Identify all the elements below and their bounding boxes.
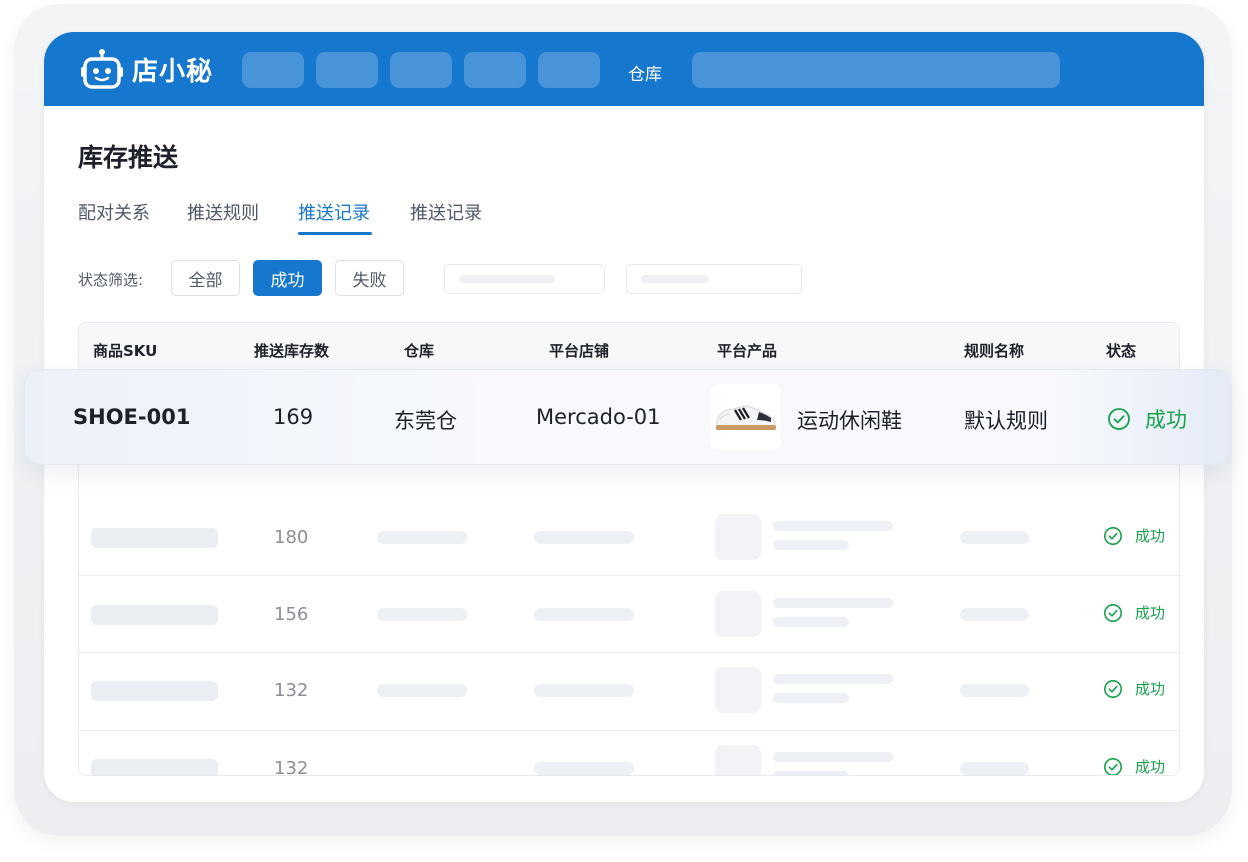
status-badge: 成功 [1103, 602, 1165, 623]
status-text: 成功 [1145, 408, 1187, 432]
status-text: 成功 [1135, 527, 1166, 545]
logo[interactable]: 店小秘 [80, 44, 213, 94]
status-text: 成功 [1135, 758, 1166, 776]
stock-count: 180 [274, 527, 309, 548]
sku-placeholder [91, 528, 218, 548]
filter-input-2[interactable] [626, 264, 802, 294]
highlighted-table-row[interactable]: SHOE-001 169 东莞仓 Mercado-01 运动休闲鞋 默认规则 成… [24, 369, 1231, 465]
check-circle-icon [1104, 757, 1122, 775]
tab-push-rules[interactable]: 推送规则 [187, 199, 259, 225]
product-sub-placeholder [773, 693, 849, 703]
product-thumbnail-placeholder [715, 745, 761, 775]
active-tab-indicator [298, 232, 372, 235]
sneaker-icon [716, 405, 776, 430]
check-circle-icon [1104, 679, 1122, 698]
stock-count: 132 [274, 758, 309, 776]
tab-push-records[interactable]: 推送记录 [298, 199, 370, 225]
column-header-product: 平台产品 [717, 342, 778, 360]
table-row[interactable]: 180 成功 [79, 499, 1179, 576]
shop-placeholder [534, 762, 634, 775]
sku-placeholder [91, 605, 218, 625]
nav-item-4[interactable] [464, 52, 526, 88]
column-header-stock: 推送库存数 [254, 342, 330, 360]
table-header: 商品SKU 推送库存数 仓库 平台店铺 平台产品 规则名称 状态 [79, 323, 1179, 375]
column-header-warehouse: 仓库 [404, 342, 435, 360]
status-badge: 成功 [1103, 678, 1165, 699]
product-name-placeholder [773, 598, 893, 608]
product-thumbnail [711, 384, 781, 450]
status-badge: 成功 [1103, 756, 1166, 776]
product-name-placeholder [773, 674, 893, 684]
check-circle-icon [1108, 408, 1130, 430]
nav-item-warehouse[interactable]: 仓库 [628, 60, 662, 85]
warehouse-value: 东莞仓 [394, 409, 457, 433]
status-badge: 成功 [1103, 525, 1165, 546]
product-sub-placeholder [773, 617, 849, 627]
check-circle-icon [1104, 603, 1122, 622]
product-sub-placeholder [773, 771, 849, 775]
page-title: 库存推送 [78, 143, 179, 172]
product-sub-placeholder [773, 540, 849, 550]
column-header-shop: 平台店铺 [549, 342, 610, 360]
status-badge: 成功 [1107, 404, 1187, 434]
rule-value: 默认规则 [964, 409, 1048, 433]
warehouse-placeholder [377, 608, 467, 621]
shop-placeholder [534, 531, 634, 544]
filter-input-placeholder [641, 275, 709, 283]
status-text: 成功 [1135, 680, 1166, 698]
product-thumbnail-placeholder [715, 591, 761, 637]
shop-placeholder [534, 608, 634, 621]
product-thumbnail-placeholder [715, 514, 761, 560]
warehouse-placeholder [377, 531, 467, 544]
stock-count: 156 [274, 604, 309, 625]
top-nav-bar: 店小秘 仓库 [44, 32, 1204, 106]
tab-push-records-2[interactable]: 推送记录 [410, 199, 482, 225]
nav-item-5[interactable] [538, 52, 600, 88]
product-name-placeholder [773, 521, 893, 531]
status-text: 成功 [1135, 604, 1166, 622]
filter-input-1[interactable] [444, 264, 605, 294]
tab-pairing[interactable]: 配对关系 [78, 199, 150, 225]
shop-value: Mercado-01 [536, 405, 661, 429]
status-filter-label: 状态筛选: [78, 271, 144, 289]
filter-failed-button[interactable]: 失败 [335, 260, 404, 296]
rule-placeholder [960, 684, 1029, 697]
column-header-status: 状态 [1106, 342, 1137, 360]
rule-placeholder [960, 608, 1029, 621]
nav-item-3[interactable] [390, 52, 452, 88]
stock-count: 169 [273, 405, 314, 429]
table-row[interactable]: 132 成功 [79, 730, 1179, 776]
shop-placeholder [534, 684, 634, 697]
column-header-rule: 规则名称 [964, 342, 1025, 360]
nav-item-2[interactable] [316, 52, 378, 88]
table-row[interactable]: 132 成功 [79, 652, 1179, 729]
sku-placeholder [91, 681, 218, 701]
table-row[interactable]: 156 成功 [79, 575, 1179, 652]
sku-value: SHOE-001 [73, 405, 191, 429]
filter-input-placeholder [459, 275, 555, 283]
product-name-placeholder [773, 752, 893, 762]
check-circle-icon [1104, 526, 1122, 545]
filter-success-button[interactable]: 成功 [253, 260, 322, 296]
column-header-sku: 商品SKU [93, 342, 158, 360]
robot-logo-icon [81, 49, 123, 89]
rule-placeholder [960, 762, 1029, 775]
sku-placeholder [91, 759, 218, 775]
stock-count: 132 [274, 680, 309, 701]
nav-search-bar[interactable] [692, 52, 1060, 88]
logo-text: 店小秘 [132, 56, 214, 87]
nav-item-1[interactable] [242, 52, 304, 88]
product-thumbnail-placeholder [715, 667, 761, 713]
filter-all-button[interactable]: 全部 [171, 260, 240, 296]
product-name: 运动休闲鞋 [797, 409, 902, 433]
rule-placeholder [960, 531, 1029, 544]
warehouse-placeholder [377, 684, 467, 697]
